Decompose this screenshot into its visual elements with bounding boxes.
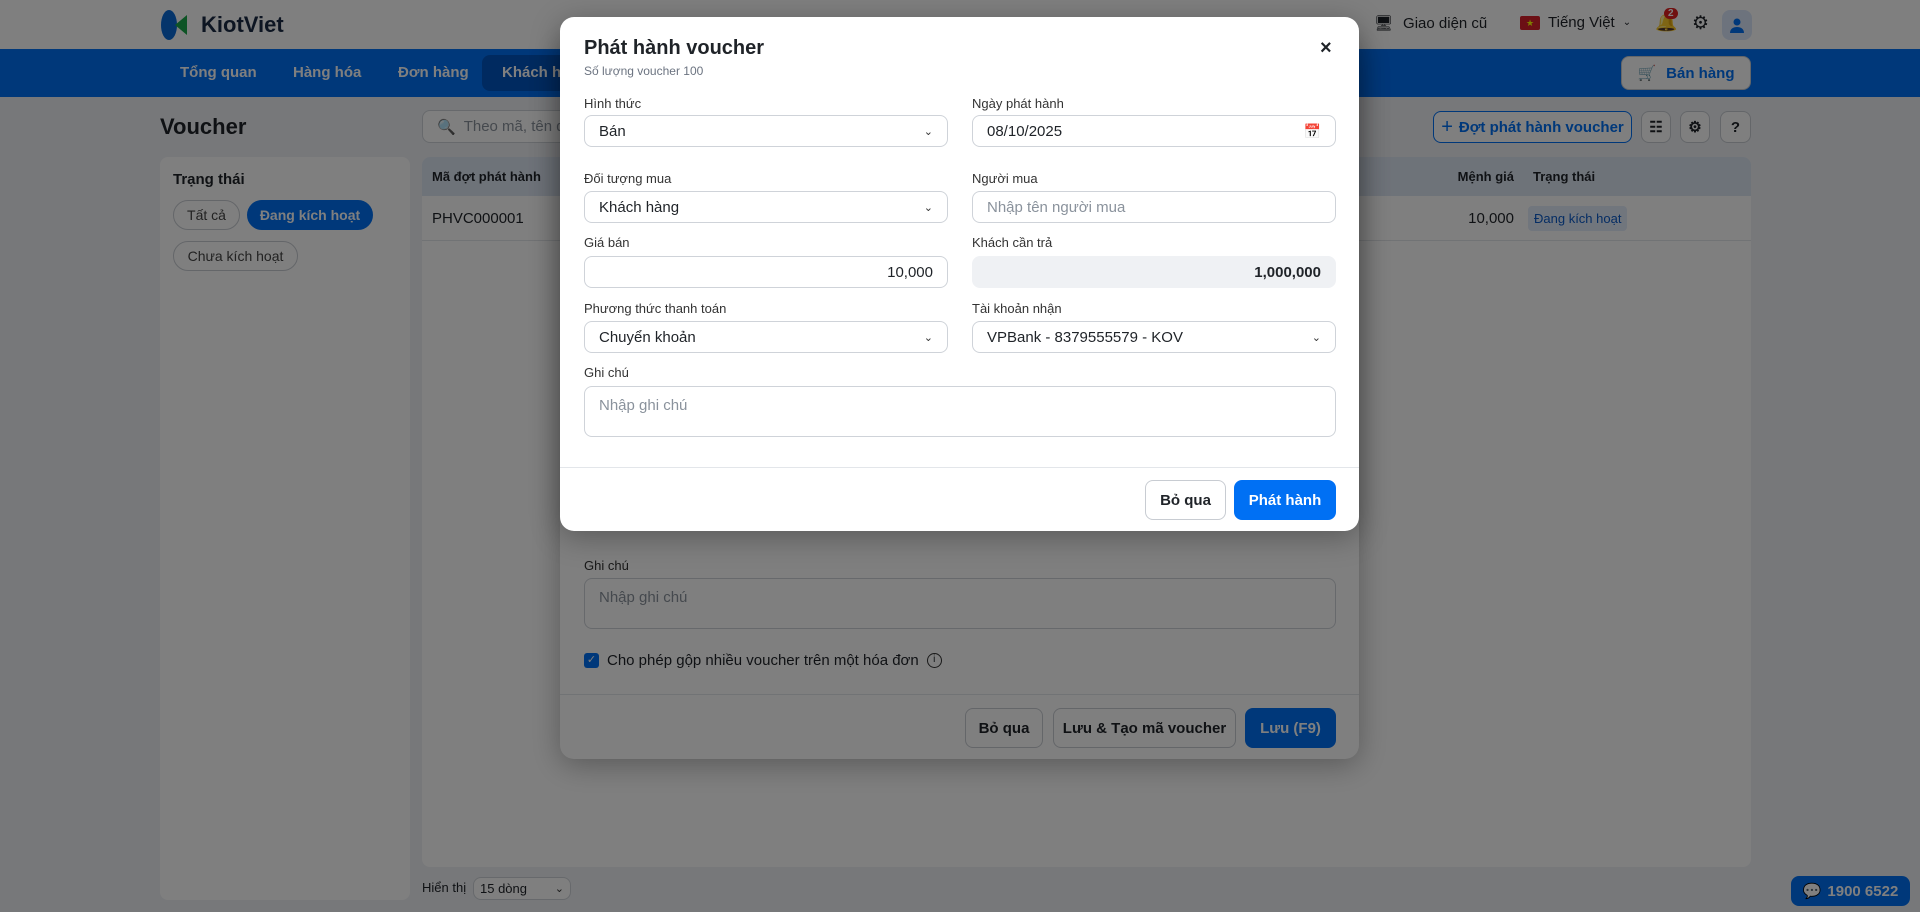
payment-method-select[interactable]: Chuyển khoản ⌄ bbox=[584, 321, 948, 353]
note-textarea[interactable]: Nhập ghi chú bbox=[584, 386, 1336, 437]
buyer-label: Người mua bbox=[972, 171, 1038, 186]
note-placeholder: Nhập ghi chú bbox=[599, 397, 688, 414]
due-label: Khách cần trả bbox=[972, 235, 1053, 250]
price-input[interactable]: 10,000 bbox=[584, 256, 948, 288]
target-value: Khách hàng bbox=[599, 198, 680, 216]
type-label: Hình thức bbox=[584, 96, 642, 111]
due-value: 1,000,000 bbox=[1254, 263, 1321, 281]
type-value: Bán bbox=[599, 122, 626, 140]
type-select[interactable]: Bán ⌄ bbox=[584, 115, 948, 147]
issue-voucher-modal: Phát hành voucher Số lượng voucher 100 ×… bbox=[560, 17, 1359, 531]
target-select[interactable]: Khách hàng ⌄ bbox=[584, 191, 948, 223]
price-label: Giá bán bbox=[584, 235, 630, 250]
account-select[interactable]: VPBank - 8379555579 - KOV ⌄ bbox=[972, 321, 1336, 353]
date-value: 08/10/2025 bbox=[987, 122, 1063, 140]
amount-due-field: 1,000,000 bbox=[972, 256, 1336, 288]
chevron-down-icon: ⌄ bbox=[1311, 331, 1321, 344]
payment-method-label: Phương thức thanh toán bbox=[584, 301, 727, 316]
chevron-down-icon: ⌄ bbox=[923, 125, 933, 138]
date-label: Ngày phát hành bbox=[972, 96, 1064, 111]
date-input[interactable]: 08/10/2025 📅 bbox=[972, 115, 1336, 147]
cancel-button[interactable]: Bỏ qua bbox=[1145, 480, 1226, 520]
chevron-down-icon: ⌄ bbox=[923, 201, 933, 214]
calendar-icon[interactable]: 📅 bbox=[1304, 123, 1321, 140]
close-icon[interactable]: × bbox=[1320, 37, 1332, 60]
note-label: Ghi chú bbox=[584, 365, 629, 380]
chevron-down-icon: ⌄ bbox=[923, 331, 933, 344]
account-value: VPBank - 8379555579 - KOV bbox=[987, 328, 1183, 346]
account-label: Tài khoản nhận bbox=[972, 301, 1062, 316]
divider bbox=[560, 467, 1359, 468]
payment-method-value: Chuyển khoản bbox=[599, 328, 696, 346]
issue-button[interactable]: Phát hành bbox=[1234, 480, 1336, 520]
buyer-placeholder: Nhập tên người mua bbox=[987, 198, 1126, 216]
price-value: 10,000 bbox=[887, 263, 933, 281]
buyer-input[interactable]: Nhập tên người mua bbox=[972, 191, 1336, 223]
target-label: Đối tượng mua bbox=[584, 171, 672, 186]
modal-subtitle: Số lượng voucher 100 bbox=[584, 64, 704, 78]
modal-title: Phát hành voucher bbox=[584, 37, 765, 59]
